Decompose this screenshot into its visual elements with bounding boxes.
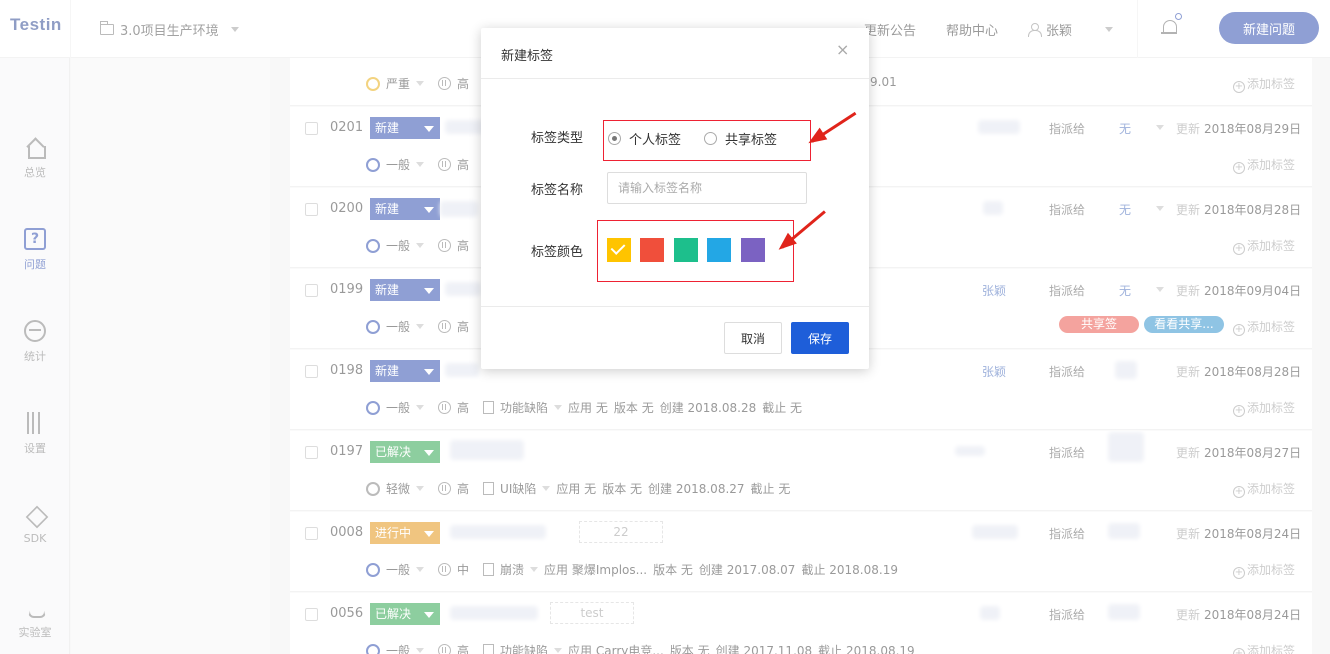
cancel-button[interactable]: 取消 bbox=[724, 322, 782, 354]
divider bbox=[481, 78, 869, 79]
close-icon[interactable]: × bbox=[836, 40, 849, 59]
tag-color-label: 标签颜色 bbox=[531, 245, 584, 260]
tag-name-input[interactable] bbox=[607, 172, 807, 204]
save-button[interactable]: 保存 bbox=[791, 322, 849, 354]
new-tag-dialog: 新建标签 × 标签类型 个人标签 共享标签 标签名称 标签颜色 取消 保存 bbox=[481, 28, 869, 369]
divider bbox=[481, 306, 869, 307]
dialog-title: 新建标签 bbox=[501, 49, 554, 64]
highlight-box bbox=[597, 220, 794, 282]
highlight-box bbox=[603, 120, 811, 161]
tag-name-label: 标签名称 bbox=[531, 183, 584, 198]
tag-type-label: 标签类型 bbox=[531, 131, 584, 146]
